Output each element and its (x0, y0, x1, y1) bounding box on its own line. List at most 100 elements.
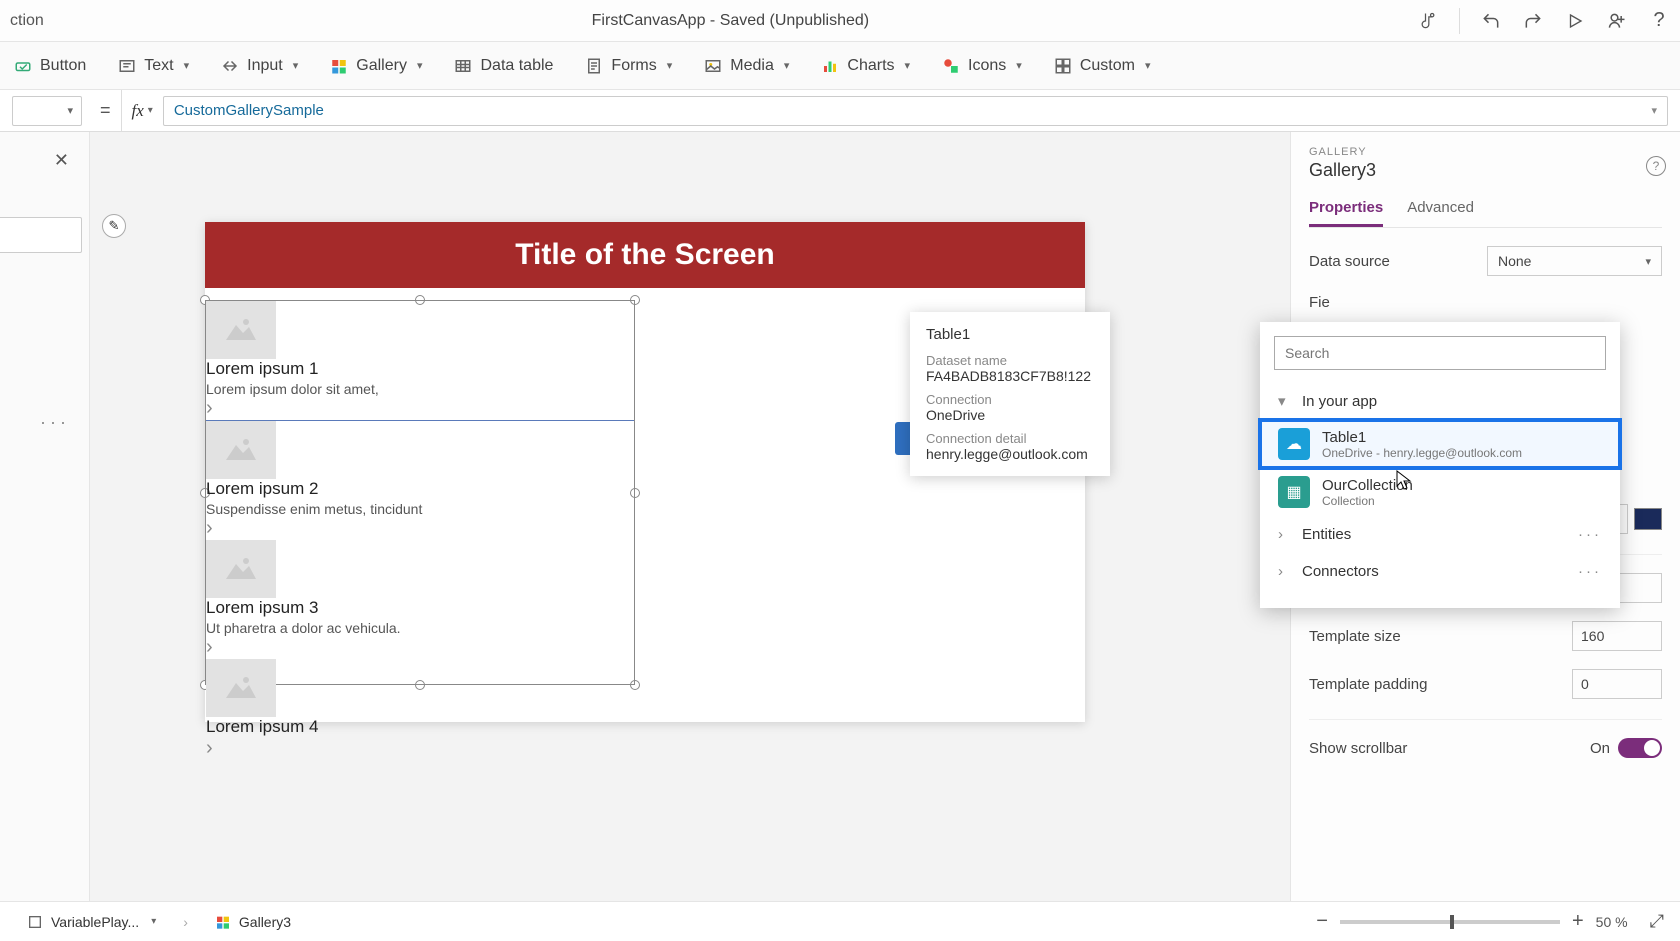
app-checker-icon[interactable] (1417, 10, 1439, 32)
chevron-right-icon[interactable]: › (206, 737, 213, 759)
gallery-control[interactable]: Lorem ipsum 1 Lorem ipsum dolor sit amet,… (205, 300, 635, 685)
fx-button[interactable]: fx▾ (121, 90, 163, 131)
gallery-item-subtitle: Lorem ipsum dolor sit amet, (206, 381, 634, 397)
undo-icon[interactable] (1480, 10, 1502, 32)
tree-view-pane: ✕ ··· (0, 132, 90, 901)
insert-media-label: Media (730, 57, 774, 75)
screen-title-label: Title of the Screen (205, 222, 1085, 288)
datasource-tooltip: Table1 Dataset name FA4BADB8183CF7B8!122… (910, 312, 1110, 476)
breadcrumb-control[interactable]: Gallery3 (204, 909, 302, 935)
tree-item-box[interactable] (0, 217, 82, 253)
insert-icons-label: Icons (968, 57, 1006, 75)
prop-templatesize-label: Template size (1309, 628, 1401, 645)
insert-gallery[interactable]: Gallery▾ (330, 57, 422, 75)
chevron-right-icon: › (1278, 526, 1292, 543)
close-pane-icon[interactable]: ✕ (54, 150, 69, 171)
insert-forms[interactable]: Forms▾ (585, 57, 672, 75)
datasource-search-input[interactable] (1274, 336, 1606, 370)
templatepadding-input[interactable]: 0 (1572, 669, 1662, 699)
insert-input[interactable]: Input▾ (221, 57, 298, 75)
insert-media[interactable]: Media▾ (704, 57, 789, 75)
section-connectors[interactable]: › Connectors ··· (1260, 553, 1620, 590)
share-icon[interactable] (1606, 10, 1628, 32)
onedrive-icon: ☁ (1278, 428, 1310, 460)
datasource-popup: ▾ In your app ☁ Table1OneDrive - henry.l… (1260, 322, 1620, 608)
control-name: Gallery3 (1309, 160, 1662, 181)
gallery-item-title: Lorem ipsum 3 (206, 598, 634, 618)
zoom-value: 50 % (1596, 914, 1628, 930)
gallery-item-title: Lorem ipsum 2 (206, 479, 634, 499)
thumbnail-placeholder-icon (206, 301, 276, 359)
insert-datatable-label: Data table (480, 57, 553, 75)
property-selector[interactable]: ▾ (12, 96, 82, 126)
section-in-your-app[interactable]: ▾ In your app (1260, 382, 1620, 420)
chevron-down-icon: ▾ (1278, 392, 1292, 410)
prop-datasource-label: Data source (1309, 253, 1390, 270)
chevron-right-icon: › (1278, 563, 1292, 580)
title-bar: ction FirstCanvasApp - Saved (Unpublishe… (0, 0, 1680, 42)
gallery-item-title: Lorem ipsum 1 (206, 359, 634, 379)
prop-templatepadding-label: Template padding (1309, 676, 1427, 693)
gallery-item-subtitle: Suspendisse enim metus, tincidunt (206, 501, 634, 517)
chevron-right-icon[interactable]: › (206, 636, 213, 658)
gallery-row[interactable]: Lorem ipsum 4 › (206, 659, 634, 749)
formula-bar: ▾ = fx▾ CustomGallerySample ▾ (0, 90, 1680, 132)
edit-gallery-icon[interactable]: ✎ (102, 214, 126, 238)
insert-button-label: Button (40, 57, 86, 75)
border-color-swatch[interactable] (1634, 508, 1662, 530)
insert-input-label: Input (247, 57, 283, 75)
formula-input[interactable]: CustomGallerySample ▾ (163, 96, 1668, 126)
play-icon[interactable] (1564, 10, 1586, 32)
help-icon[interactable]: ? (1648, 10, 1670, 32)
app-title: FirstCanvasApp - Saved (Unpublished) (44, 12, 1417, 30)
redo-icon[interactable] (1522, 10, 1544, 32)
datasource-item-table1[interactable]: ☁ Table1OneDrive - henry.legge@outlook.c… (1260, 420, 1620, 468)
insert-toolbar: Button Text▾ Input▾ Gallery▾ Data table … (0, 42, 1680, 90)
insert-custom-label: Custom (1080, 57, 1135, 75)
canvas-area[interactable]: Title of the Screen Button ✎ Lorem ipsum… (90, 132, 1290, 901)
scrollbar-toggle[interactable] (1618, 738, 1662, 758)
tab-advanced[interactable]: Advanced (1407, 199, 1474, 227)
templatesize-input[interactable]: 160 (1572, 621, 1662, 651)
collection-icon: ▦ (1278, 476, 1310, 508)
zoom-out-icon[interactable]: − (1316, 910, 1328, 933)
fit-screen-icon[interactable]: ⤢ (1650, 911, 1664, 932)
chevron-right-icon[interactable]: › (206, 397, 213, 419)
help-icon[interactable]: ? (1646, 156, 1666, 176)
breadcrumb-screen[interactable]: VariablePlay...▾ (16, 909, 167, 935)
chevron-right-icon[interactable]: › (206, 517, 213, 539)
tree-more-icon[interactable]: ··· (40, 412, 70, 433)
datasource-select[interactable]: None▾ (1487, 246, 1662, 276)
expand-formula-icon[interactable]: ▾ (1651, 104, 1657, 117)
insert-button[interactable]: Button (14, 57, 86, 75)
equals-sign: = (90, 100, 121, 121)
control-category: GALLERY (1309, 146, 1662, 158)
thumbnail-placeholder-icon (206, 421, 276, 479)
insert-icons[interactable]: Icons▾ (942, 57, 1022, 75)
tab-properties[interactable]: Properties (1309, 199, 1383, 227)
insert-forms-label: Forms (611, 57, 656, 75)
gallery-item-title: Lorem ipsum 4 (206, 717, 634, 737)
insert-gallery-label: Gallery (356, 57, 407, 75)
status-bar: VariablePlay...▾ › Gallery3 − + 50 % ⤢ (0, 901, 1680, 941)
gallery-row[interactable]: Lorem ipsum 1 Lorem ipsum dolor sit amet,… (206, 301, 634, 421)
insert-datatable[interactable]: Data table (454, 57, 553, 75)
insert-text[interactable]: Text▾ (118, 57, 189, 75)
insert-custom[interactable]: Custom▾ (1054, 57, 1151, 75)
insert-charts-label: Charts (847, 57, 894, 75)
datasource-item-ourcollection[interactable]: ▦ OurCollectionCollection (1260, 468, 1620, 516)
thumbnail-placeholder-icon (206, 659, 276, 717)
prop-scrollbar-label: Show scrollbar (1309, 740, 1407, 757)
insert-charts[interactable]: Charts▾ (821, 57, 910, 75)
section-entities[interactable]: › Entities ··· (1260, 516, 1620, 553)
more-icon[interactable]: ··· (1578, 526, 1602, 543)
zoom-slider[interactable] (1340, 920, 1560, 924)
thumbnail-placeholder-icon (206, 540, 276, 598)
zoom-in-icon[interactable]: + (1572, 910, 1584, 933)
gallery-row[interactable]: Lorem ipsum 2 Suspendisse enim metus, tin… (206, 421, 634, 540)
insert-text-label: Text (144, 57, 173, 75)
tooltip-title: Table1 (926, 326, 1094, 343)
titlebar-left-fragment: ction (10, 12, 44, 30)
gallery-row[interactable]: Lorem ipsum 3Ut pharetra a dolor ac vehi… (206, 540, 634, 659)
more-icon[interactable]: ··· (1578, 563, 1602, 580)
